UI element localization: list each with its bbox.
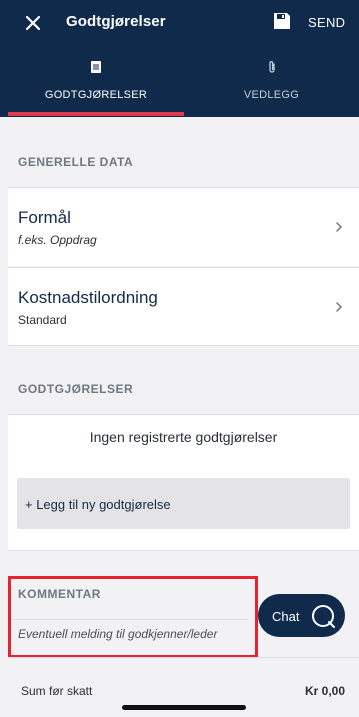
divider bbox=[8, 345, 359, 346]
tab-label: VEDLEGG bbox=[243, 89, 300, 101]
close-button[interactable] bbox=[20, 10, 46, 36]
tab-label: GODTGJØRELSER bbox=[44, 89, 148, 101]
comment-highlight-box bbox=[8, 576, 258, 658]
close-icon bbox=[25, 15, 41, 31]
list-item-title: Formål bbox=[18, 208, 71, 227]
chevron-right-icon bbox=[336, 222, 342, 232]
home-indicator bbox=[122, 705, 246, 710]
tab-vedlegg[interactable]: VEDLEGG bbox=[184, 52, 359, 117]
chat-button[interactable]: Chat bbox=[258, 594, 345, 637]
section-heading-general: GENERELLE DATA bbox=[18, 155, 134, 169]
active-tab-indicator bbox=[8, 112, 184, 116]
list-item-formal[interactable]: Formål f.eks. Oppdrag bbox=[8, 188, 359, 266]
add-allowance-button[interactable]: + Legg til ny godtgjørelse bbox=[17, 478, 350, 529]
sum-label: Sum før skatt bbox=[21, 684, 93, 698]
sum-value: Kr 0,00 bbox=[304, 684, 345, 698]
app-header: Godtgjørelser SEND GODTGJØRELSER VEDLEGG bbox=[0, 0, 359, 117]
page-title: Godtgjørelser bbox=[66, 13, 166, 30]
list-item-subtitle: Standard bbox=[18, 313, 67, 327]
header-toolbar: Godtgjørelser SEND bbox=[0, 0, 359, 44]
list-item-kostnadstilordning[interactable]: Kostnadstilordning Standard bbox=[8, 268, 359, 345]
chat-bubble-icon bbox=[312, 605, 335, 628]
tab-godtgjorelser[interactable]: GODTGJØRELSER bbox=[8, 52, 184, 117]
save-icon bbox=[274, 13, 290, 29]
section-heading-allowances: GODTGJØRELSER bbox=[18, 382, 134, 396]
chevron-right-icon bbox=[336, 302, 342, 312]
save-button[interactable] bbox=[272, 11, 292, 31]
paperclip-icon bbox=[268, 61, 275, 73]
empty-state-text: Ingen registrerte godtgjørelser bbox=[89, 429, 278, 445]
list-item-title: Kostnadstilordning bbox=[18, 288, 158, 307]
send-button[interactable]: SEND bbox=[308, 15, 345, 30]
add-allowance-label: + Legg til ny godtgjørelse bbox=[25, 497, 171, 512]
document-icon bbox=[91, 61, 101, 73]
list-item-subtitle: f.eks. Oppdrag bbox=[18, 233, 97, 247]
chat-label: Chat bbox=[272, 609, 300, 624]
divider bbox=[8, 550, 359, 551]
